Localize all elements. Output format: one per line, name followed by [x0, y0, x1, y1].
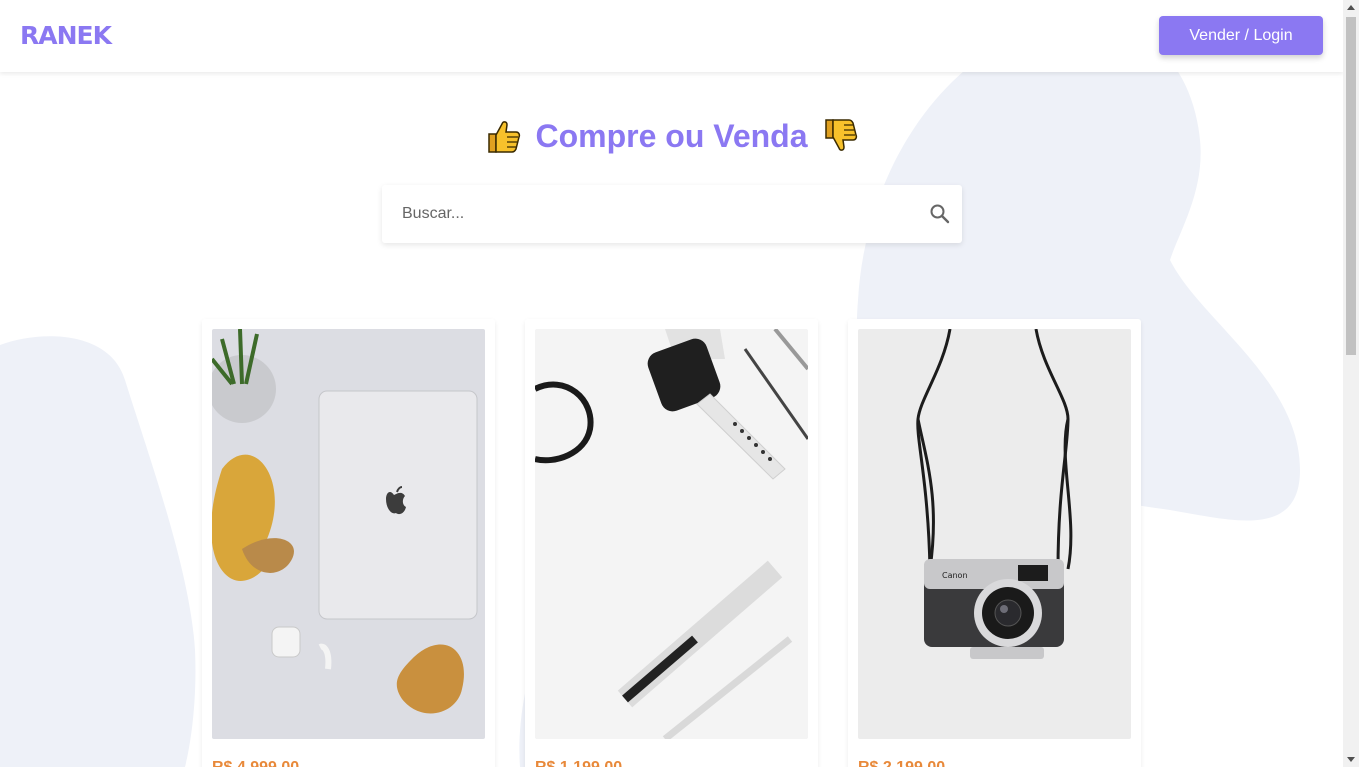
product-card-smartwatch[interactable]: R$ 1.199,00 — [525, 319, 818, 767]
scroll-up-arrow-icon[interactable] — [1347, 5, 1355, 10]
ranek-logo[interactable]: RANEK — [20, 22, 112, 50]
sell-login-button[interactable]: Vender / Login — [1159, 16, 1323, 55]
product-photo-laptop[interactable] — [212, 329, 485, 739]
scroll-down-arrow-icon[interactable] — [1347, 757, 1355, 762]
product-card-camera[interactable]: Canon R$ 2.199,00 — [848, 319, 1141, 767]
vertical-scrollbar[interactable] — [1343, 0, 1359, 767]
thumbs-up-icon — [487, 120, 520, 153]
search-input[interactable] — [382, 185, 912, 243]
page: RANEK Vender / Login Compre ou Venda Bus… — [0, 0, 1343, 767]
product-price: R$ 4.999,00 — [212, 759, 299, 767]
product-photo-camera[interactable]: Canon — [858, 329, 1131, 739]
search-button[interactable] — [927, 202, 953, 228]
hero-heading: Compre ou Venda — [0, 112, 1343, 160]
search-icon — [930, 204, 950, 224]
search-box — [382, 185, 962, 243]
camera-image: Canon — [858, 329, 1131, 739]
svg-text:Canon: Canon — [942, 571, 968, 580]
smartwatch-image — [535, 329, 808, 739]
product-card-laptop[interactable]: R$ 4.999,00 — [202, 319, 495, 767]
laptop-image — [212, 329, 485, 739]
scrollbar-thumb[interactable] — [1346, 17, 1356, 355]
product-price: R$ 1.199,00 — [535, 759, 622, 767]
product-price: R$ 2.199,00 — [858, 759, 945, 767]
hero-title-text: Compre ou Venda — [535, 118, 808, 154]
thumbs-down-icon — [825, 118, 858, 151]
product-photo-smartwatch[interactable] — [535, 329, 808, 739]
top-navbar: RANEK Vender / Login — [0, 0, 1343, 72]
